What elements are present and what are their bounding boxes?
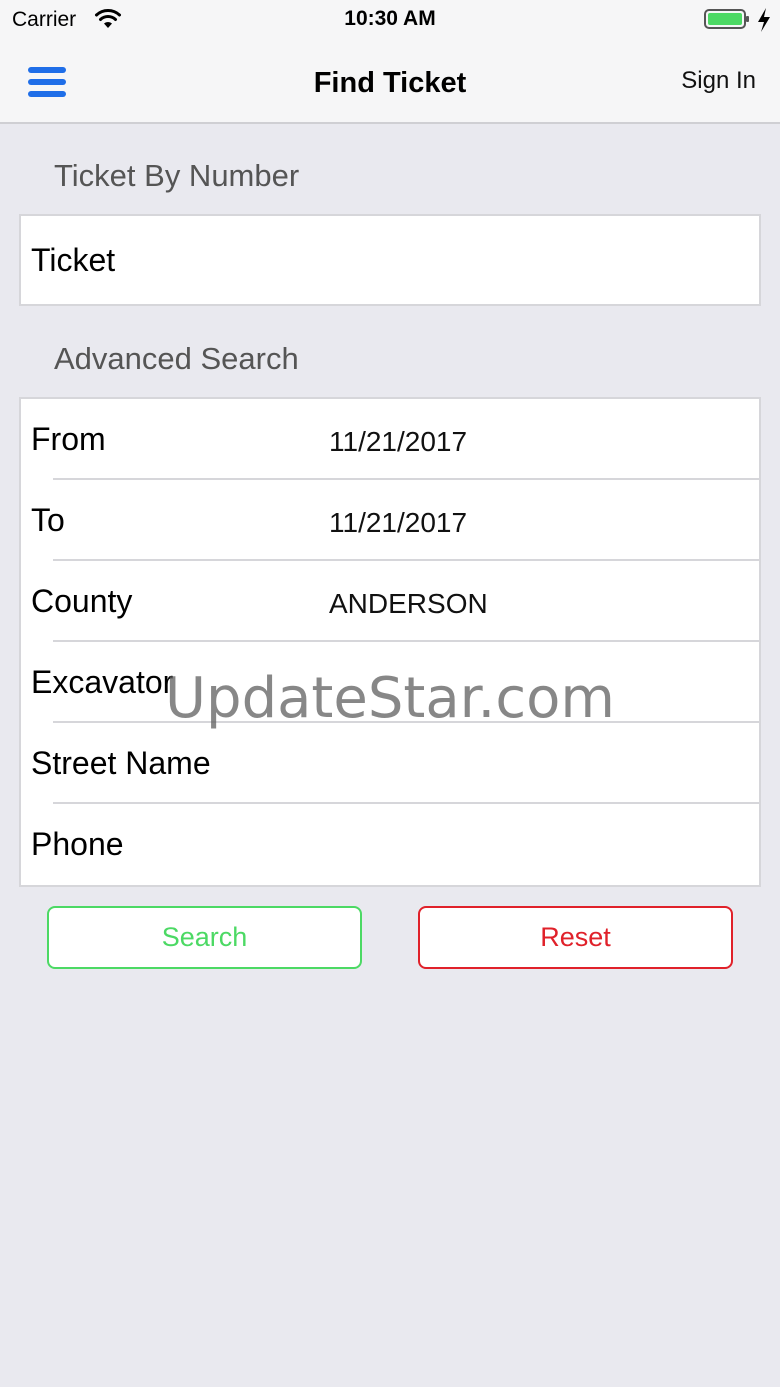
- page-title: Find Ticket: [313, 67, 467, 99]
- from-date-value: 11/21/2017: [329, 426, 468, 457]
- navigation-bar: Find Ticket Sign In: [0, 40, 780, 124]
- ticket-number-field: [19, 214, 761, 306]
- to-label: To: [31, 502, 65, 538]
- ticket-section-header: Ticket By Number: [54, 158, 300, 193]
- advanced-search-form: From 11/21/2017 To 11/21/2017 County AND…: [19, 397, 761, 887]
- ticket-input[interactable]: [31, 216, 751, 304]
- phone-label: Phone: [31, 826, 124, 862]
- county-value: ANDERSON: [329, 588, 488, 619]
- street-name-row[interactable]: Street Name: [21, 723, 759, 804]
- phone-row[interactable]: Phone: [21, 804, 759, 885]
- sign-in-button[interactable]: Sign In: [681, 67, 756, 95]
- charging-bolt-icon: [758, 8, 770, 32]
- from-date-row[interactable]: From 11/21/2017: [21, 399, 759, 480]
- search-button[interactable]: Search: [47, 906, 362, 969]
- status-time: 10:30 AM: [344, 7, 436, 30]
- county-row[interactable]: County ANDERSON: [21, 561, 759, 642]
- from-label: From: [31, 421, 106, 457]
- to-date-row[interactable]: To 11/21/2017: [21, 480, 759, 561]
- reset-button[interactable]: Reset: [418, 906, 733, 969]
- advanced-search-header: Advanced Search: [54, 341, 299, 376]
- to-date-value: 11/21/2017: [329, 507, 468, 538]
- excavator-row[interactable]: Excavator: [21, 642, 759, 723]
- battery-icon: [704, 9, 749, 29]
- street-name-label: Street Name: [31, 745, 211, 781]
- excavator-label: Excavator: [31, 664, 174, 700]
- county-label: County: [31, 583, 133, 619]
- status-bar: Carrier 10:30 AM: [0, 0, 780, 40]
